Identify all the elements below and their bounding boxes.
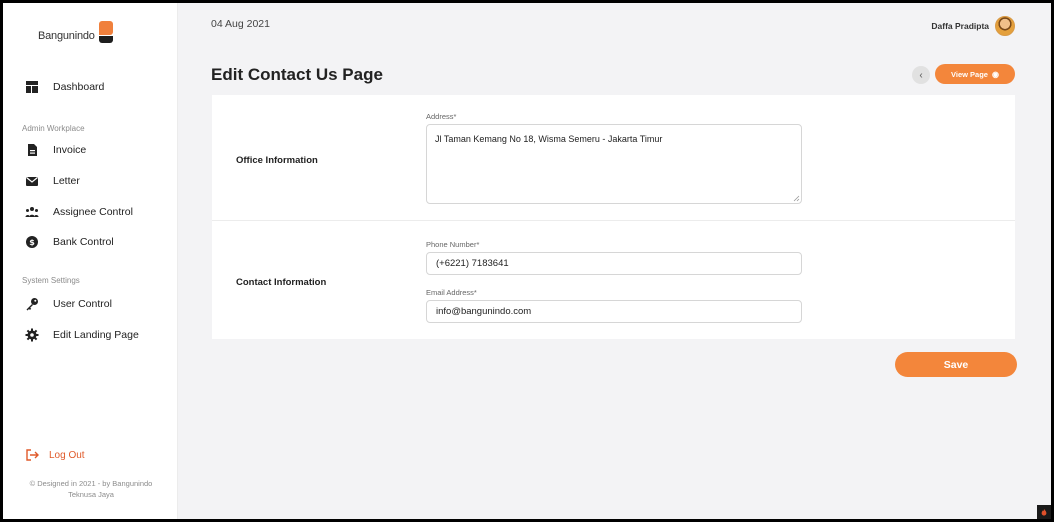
address-label: Address* — [426, 112, 457, 121]
eye-icon: ◉ — [991, 69, 999, 79]
sidebar-item-label: Assignee Control — [53, 206, 133, 218]
section-divider — [212, 220, 1015, 221]
page-title: Edit Contact Us Page — [211, 65, 383, 84]
logout-label: Log Out — [49, 449, 85, 461]
contact-form-card: Office Information Address* Contact Info… — [212, 95, 1015, 339]
email-field[interactable] — [426, 300, 802, 323]
dashboard-icon — [25, 80, 39, 94]
user-menu[interactable]: Daffa Pradipta — [931, 16, 1015, 36]
section-label-admin: Admin Workplace — [22, 124, 85, 133]
chevron-left-icon: ‹ — [919, 69, 923, 81]
file-icon — [25, 143, 39, 157]
sidebar-item-label: Dashboard — [53, 81, 105, 93]
sidebar-item-label: User Control — [53, 298, 112, 310]
gear-icon — [25, 328, 39, 342]
brand-mark-icon — [97, 21, 113, 43]
sidebar-item-letter[interactable]: Letter — [25, 174, 80, 188]
envelope-icon — [25, 174, 39, 188]
svg-text:$: $ — [29, 238, 35, 247]
phone-field[interactable] — [426, 252, 802, 275]
footer-credit: © Designed in 2021 - by Bangunindo Teknu… — [11, 478, 171, 500]
sidebar-item-label: Bank Control — [53, 236, 114, 248]
main-content: 04 Aug 2021 Daffa Pradipta Edit Contact … — [178, 3, 1051, 519]
sidebar-item-dashboard[interactable]: Dashboard — [25, 80, 104, 94]
sidebar-item-label: Invoice — [53, 144, 87, 156]
logout-icon — [25, 448, 39, 462]
sidebar-item-assignee-control[interactable]: Assignee Control — [25, 205, 133, 219]
section-label-system: System Settings — [22, 276, 80, 285]
sidebar-item-label: Letter — [53, 175, 80, 187]
phone-label: Phone Number* — [426, 240, 480, 249]
back-button[interactable]: ‹ — [912, 66, 930, 84]
sidebar-item-label: Edit Landing Page — [53, 329, 139, 341]
key-icon — [25, 297, 39, 311]
logout-link[interactable]: Log Out — [25, 448, 85, 462]
save-button[interactable]: Save — [895, 352, 1017, 377]
sidebar-item-user-control[interactable]: User Control — [25, 297, 112, 311]
footer-line: © Designed in 2021 - by Bangunindo — [29, 479, 153, 488]
email-label: Email Address* — [426, 288, 477, 297]
dollar-circle-icon: $ — [25, 235, 39, 249]
flame-icon — [1037, 505, 1051, 519]
app-window: Bangunindo Dashboard Admin Workplace Inv… — [3, 3, 1051, 519]
address-field[interactable] — [426, 124, 802, 204]
footer-line: Teknusa Jaya — [68, 490, 114, 499]
sidebar-item-edit-landing-page[interactable]: Edit Landing Page — [25, 328, 139, 342]
sidebar-item-bank-control[interactable]: $ Bank Control — [25, 235, 114, 249]
contact-section-title: Contact Information — [236, 277, 327, 288]
sidebar: Bangunindo Dashboard Admin Workplace Inv… — [3, 3, 178, 519]
resize-grip-icon[interactable] — [792, 194, 800, 202]
sidebar-item-invoice[interactable]: Invoice — [25, 143, 86, 157]
user-name: Daffa Pradipta — [931, 21, 989, 31]
users-icon — [25, 205, 39, 219]
brand-name: Bangunindo — [38, 30, 95, 42]
avatar — [995, 16, 1015, 36]
current-date: 04 Aug 2021 — [211, 18, 270, 30]
view-page-button[interactable]: View Page ◉ — [935, 64, 1015, 84]
office-section-title: Office Information — [236, 155, 318, 166]
view-page-label: View Page — [951, 69, 988, 79]
brand-logo[interactable]: Bangunindo — [38, 21, 113, 43]
